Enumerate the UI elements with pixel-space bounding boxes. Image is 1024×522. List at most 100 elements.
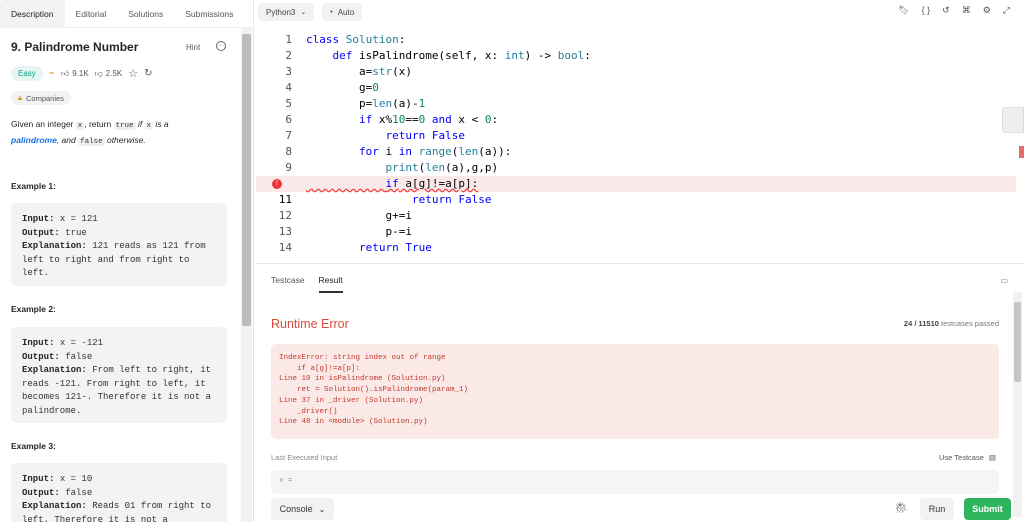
code-text: return False	[411, 193, 492, 206]
line-number: 14	[278, 241, 292, 254]
line-number: 6	[285, 113, 292, 126]
chevron-down-icon: ⌄	[318, 504, 326, 514]
output-label: Output:	[22, 351, 60, 362]
code-text: g=0	[306, 81, 379, 94]
line-number: 3	[285, 65, 292, 78]
document-icon[interactable]	[1002, 107, 1024, 133]
line-number: 8	[285, 145, 292, 158]
info-icon[interactable]: ···	[216, 41, 226, 51]
error-marker	[1019, 146, 1024, 158]
desc-code-x: x	[144, 122, 154, 130]
code-line: 14 return True	[256, 240, 1016, 256]
code-text: if x%10==0 and x < 0:	[358, 113, 499, 126]
problem-description: Given an integer x, return true if x is …	[11, 117, 211, 149]
hint-button[interactable]: Hint	[186, 43, 200, 52]
desc-text: if	[135, 119, 145, 129]
error-icon[interactable]: !	[272, 179, 282, 189]
code-text: print(len(a),g,p)	[385, 161, 499, 174]
input-label: Input:	[22, 214, 55, 224]
run-button[interactable]: Run	[920, 498, 954, 520]
app-root: Description Editorial Solutions Submissi…	[0, 0, 1024, 522]
result-scrollbar[interactable]	[1013, 292, 1022, 517]
result-panel: Testcase Result ▭ Runtime Error 24 / 115…	[256, 263, 1024, 522]
example-block: Input: x = 121 Output: true Explanation:…	[11, 203, 227, 286]
passed-label: testcases passed	[941, 319, 999, 328]
gear-icon[interactable]: ⚙	[983, 5, 991, 16]
panel-layout-icon[interactable]: ▭	[1000, 276, 1008, 285]
explanation-label: Explanation:	[22, 501, 87, 511]
auto-mode-toggle[interactable]: • Auto	[322, 3, 363, 21]
code-line-error: ! if a[g]!=a[p]:	[256, 176, 1016, 192]
reset-icon[interactable]: ↺	[942, 5, 950, 16]
tab-result[interactable]: Result	[318, 275, 343, 293]
code-line: 5 p=len(a)-1	[256, 96, 1016, 112]
left-scrollbar[interactable]	[241, 28, 252, 522]
line-number: 2	[285, 49, 292, 62]
code-line: 8 for i in range(len(a)):	[256, 144, 1016, 160]
example-output: false	[65, 351, 93, 362]
lock-icon: 🔒︎	[18, 93, 22, 102]
code-line: 7 return False	[256, 128, 1016, 144]
explanation-label: Explanation:	[22, 365, 87, 375]
code-area[interactable]: 1 class Solution: 2 def isPalindrome(self…	[256, 32, 1016, 256]
code-line: 11 return False	[256, 192, 1016, 208]
bookmark-icon[interactable]: 🔖︎	[898, 5, 909, 16]
code-line: 3 a=str(x)	[256, 64, 1016, 80]
desc-text: Given an integer	[11, 119, 76, 129]
braces-icon[interactable]: { }	[922, 5, 931, 16]
desc-text: otherwise.	[104, 135, 146, 145]
tab-submissions[interactable]: Submissions	[174, 0, 244, 28]
last-input-value: x =	[271, 470, 999, 494]
example-input: x = -121	[59, 338, 104, 348]
like-button[interactable]: 👍︎ 9.1K	[61, 69, 89, 79]
thumbs-up-icon: 👍︎	[60, 68, 70, 78]
scrollbar-thumb[interactable]	[1014, 302, 1021, 382]
line-number: 1	[285, 33, 292, 46]
example-heading: Example 2:	[11, 304, 56, 314]
code-editor: Python3 ⌄ • Auto 🔖︎ { } ↺ ⌘ ⚙ ⤢ 1 class S…	[256, 0, 1024, 262]
command-icon[interactable]: ⌘	[962, 5, 971, 16]
expand-icon[interactable]: ⤢	[1003, 5, 1010, 16]
activity-icon[interactable]: ⌁	[49, 68, 55, 79]
dislike-button[interactable]: 👎︎ 2.5K	[95, 69, 123, 79]
debug-icon[interactable]: 🐞︎	[894, 501, 908, 514]
code-text: p=len(a)-1	[306, 97, 426, 110]
line-number: 9	[285, 161, 292, 174]
code-text: return True	[358, 241, 432, 254]
code-line: 12 g+=i	[256, 208, 1016, 224]
line-number: 4	[285, 81, 292, 94]
scrollbar-thumb[interactable]	[242, 34, 251, 326]
star-icon[interactable]: ☆	[128, 67, 138, 80]
companies-tag[interactable]: 🔒︎ Companies	[11, 91, 71, 105]
code-line: 6 if x%10==0 and x < 0:	[256, 112, 1016, 128]
output-label: Output:	[22, 487, 60, 498]
code-text: class Solution:	[306, 33, 406, 46]
share-icon[interactable]: ↻	[144, 68, 152, 79]
error-output: IndexError: string index out of range if…	[271, 344, 999, 439]
use-testcase-button[interactable]: Use Testcase ▤	[939, 453, 996, 462]
desc-code-x: x	[75, 122, 85, 130]
explanation-label: Explanation:	[22, 241, 87, 251]
example-block: Input: x = 10 Output: false Explanation:…	[11, 463, 227, 522]
code-text: return False	[385, 129, 465, 142]
desc-text: , and	[56, 135, 79, 145]
tab-testcase[interactable]: Testcase	[271, 275, 305, 293]
desc-code-true: true	[113, 122, 136, 130]
submit-button[interactable]: Submit	[964, 498, 1011, 520]
example-heading: Example 1:	[11, 181, 56, 191]
tab-solutions[interactable]: Solutions	[117, 0, 174, 28]
code-text: for i in range(len(a)):	[358, 145, 512, 158]
example-input: x = 10	[59, 474, 93, 484]
code-line: 13 p-=i	[256, 224, 1016, 240]
like-count: 9.1K	[72, 69, 89, 78]
difficulty-badge: Easy	[11, 66, 43, 81]
desc-text: , return	[84, 119, 114, 129]
palindrome-link[interactable]: palindrome	[11, 135, 57, 145]
tab-editorial[interactable]: Editorial	[65, 0, 118, 28]
example-input: x = 121	[59, 214, 98, 224]
tab-description[interactable]: Description	[0, 0, 65, 28]
line-number: 7	[285, 129, 292, 142]
desc-text: is a	[153, 119, 169, 129]
language-select[interactable]: Python3 ⌄	[258, 3, 315, 21]
console-button[interactable]: Console ⌄	[271, 498, 334, 520]
